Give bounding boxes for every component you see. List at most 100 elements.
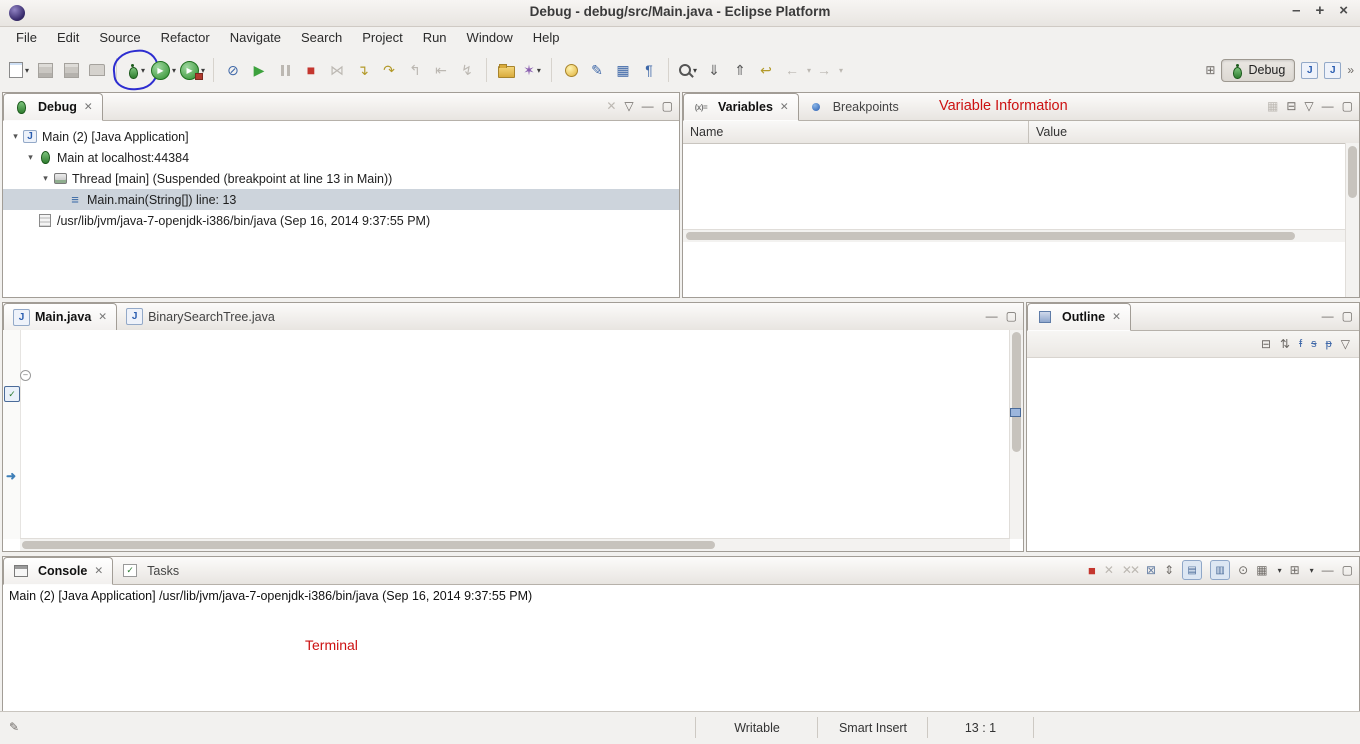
tree-expander-icon[interactable]: ▾: [39, 173, 52, 184]
sort-icon[interactable]: ⇅: [1280, 337, 1290, 351]
minimize-icon[interactable]: —: [986, 309, 998, 323]
print-button[interactable]: [86, 57, 108, 83]
remove-launch-icon[interactable]: ✕: [1104, 563, 1114, 577]
fold-marker-icon[interactable]: –: [20, 370, 31, 381]
view-menu-icon[interactable]: ▽: [1341, 337, 1350, 351]
chevron-down-icon[interactable]: ▾: [25, 66, 29, 75]
vertical-scrollbar[interactable]: [1009, 330, 1023, 539]
external-tools-button[interactable]: ▶▾: [180, 57, 205, 83]
new-wizard-menu-button[interactable]: ✶▾: [521, 57, 543, 83]
editor-tab-main-java[interactable]: J Main.java ✕: [3, 303, 117, 331]
maximize-icon[interactable]: ▢: [1342, 309, 1353, 323]
menu-refactor[interactable]: Refactor: [151, 28, 220, 48]
last-edit-location-button[interactable]: ↩: [755, 57, 777, 83]
hide-non-public-icon[interactable]: p: [1326, 338, 1332, 350]
java-perspective-button[interactable]: J: [1301, 62, 1318, 79]
window-minimize-button[interactable]: –: [1292, 2, 1300, 19]
chevron-down-icon[interactable]: ▾: [172, 66, 176, 75]
maximize-icon[interactable]: ▢: [1342, 99, 1353, 113]
chevron-down-icon[interactable]: ▾: [1310, 566, 1314, 575]
close-icon[interactable]: ✕: [780, 101, 789, 113]
open-type-button[interactable]: [495, 57, 517, 83]
debug-button[interactable]: ▾: [125, 57, 147, 83]
view-menu-icon[interactable]: ▽: [1304, 99, 1313, 113]
chevron-down-icon[interactable]: ▾: [141, 66, 145, 75]
show-stderr-toggle[interactable]: ▥: [1210, 560, 1230, 580]
horizontal-scrollbar[interactable]: [20, 538, 1010, 551]
maximize-icon[interactable]: ▢: [662, 99, 673, 113]
close-icon[interactable]: ✕: [94, 565, 103, 577]
resume-button[interactable]: ▶: [248, 57, 270, 83]
tree-expander-icon[interactable]: ▾: [24, 152, 37, 163]
minimize-icon[interactable]: —: [642, 99, 654, 113]
minimize-icon[interactable]: —: [1322, 563, 1334, 577]
run-button[interactable]: ▶▾: [151, 57, 176, 83]
previous-annotation-button[interactable]: ⇑: [729, 57, 751, 83]
forward-button[interactable]: →: [813, 57, 835, 83]
menu-project[interactable]: Project: [352, 28, 412, 48]
debug-tree-row[interactable]: /usr/lib/jvm/java-7-openjdk-i386/bin/jav…: [3, 210, 679, 231]
back-button[interactable]: ←: [781, 57, 803, 83]
collapse-all-icon[interactable]: ⊟: [1286, 99, 1296, 113]
editor-gutter[interactable]: ✓ ➜ –: [3, 330, 21, 539]
debug-tree-row[interactable]: Main.main(String[]) line: 13: [3, 189, 679, 210]
collapse-all-icon[interactable]: ⊟: [1261, 337, 1271, 351]
remove-terminated-icon[interactable]: ✕: [606, 99, 616, 113]
horizontal-scrollbar[interactable]: [683, 229, 1345, 242]
tab-console[interactable]: Console ✕: [3, 557, 113, 585]
maximize-icon[interactable]: ▢: [1006, 309, 1017, 323]
menu-help[interactable]: Help: [523, 28, 570, 48]
column-header-value[interactable]: Value: [1029, 121, 1359, 143]
save-button[interactable]: [34, 57, 56, 83]
next-annotation-button[interactable]: ⇓: [703, 57, 725, 83]
menu-source[interactable]: Source: [89, 28, 150, 48]
vertical-scrollbar[interactable]: [1345, 143, 1359, 297]
debug-tree-row[interactable]: ▾Main at localhost:44384: [3, 147, 679, 168]
show-logical-structure-icon[interactable]: ▦: [1267, 99, 1278, 113]
column-header-name[interactable]: Name: [683, 121, 1029, 143]
disconnect-button[interactable]: ⋈: [326, 57, 348, 83]
step-over-button[interactable]: ↷: [378, 57, 400, 83]
tree-expander-icon[interactable]: ▾: [9, 131, 22, 142]
maximize-icon[interactable]: ▢: [1342, 563, 1353, 577]
chevron-down-icon[interactable]: ▾: [807, 66, 811, 75]
perspective-overflow-icon[interactable]: »: [1347, 63, 1354, 77]
window-close-button[interactable]: ×: [1339, 2, 1348, 19]
menu-search[interactable]: Search: [291, 28, 352, 48]
show-source-button[interactable]: ▦: [612, 57, 634, 83]
minimize-icon[interactable]: —: [1322, 309, 1334, 323]
search-button[interactable]: ▾: [677, 57, 699, 83]
pencil-icon[interactable]: ✎: [9, 720, 19, 734]
skip-breakpoints-button[interactable]: ⊘: [222, 57, 244, 83]
suspend-button[interactable]: [274, 57, 296, 83]
remove-all-launches-icon[interactable]: ✕✕: [1122, 563, 1138, 577]
debug-tree-row[interactable]: ▾Thread [main] (Suspended (breakpoint at…: [3, 168, 679, 189]
display-selected-console-icon[interactable]: ▦: [1256, 563, 1267, 577]
menu-edit[interactable]: Edit: [47, 28, 89, 48]
save-all-button[interactable]: [60, 57, 82, 83]
show-whitespace-button[interactable]: ¶: [638, 57, 660, 83]
menu-window[interactable]: Window: [457, 28, 523, 48]
java-browsing-perspective-button[interactable]: J: [1324, 62, 1341, 79]
step-filters-button[interactable]: ↯: [456, 57, 478, 83]
drop-to-frame-button[interactable]: ⇤: [430, 57, 452, 83]
tab-tasks[interactable]: Tasks: [113, 557, 188, 584]
chevron-down-icon[interactable]: ▾: [1278, 566, 1282, 575]
close-icon[interactable]: ✕: [84, 101, 93, 113]
chevron-down-icon[interactable]: ▾: [839, 66, 843, 75]
mark-occurrences-button[interactable]: ✎: [586, 57, 608, 83]
tab-variables[interactable]: Variables ✕: [683, 93, 799, 121]
step-into-button[interactable]: ↴: [352, 57, 374, 83]
menu-navigate[interactable]: Navigate: [220, 28, 291, 48]
lightbulb-button[interactable]: [560, 57, 582, 83]
open-perspective-icon[interactable]: ⊞: [1205, 63, 1215, 77]
step-return-button[interactable]: ↰: [404, 57, 426, 83]
new-wizard-button[interactable]: ▾: [8, 57, 30, 83]
tab-breakpoints[interactable]: Breakpoints: [799, 93, 908, 120]
close-icon[interactable]: ✕: [1112, 311, 1121, 323]
terminate-button[interactable]: ■: [300, 57, 322, 83]
minimize-icon[interactable]: —: [1322, 99, 1334, 113]
status-caret-position[interactable]: 13 : 1: [927, 717, 1034, 738]
open-console-icon[interactable]: ⊞: [1290, 563, 1300, 577]
menu-run[interactable]: Run: [413, 28, 457, 48]
